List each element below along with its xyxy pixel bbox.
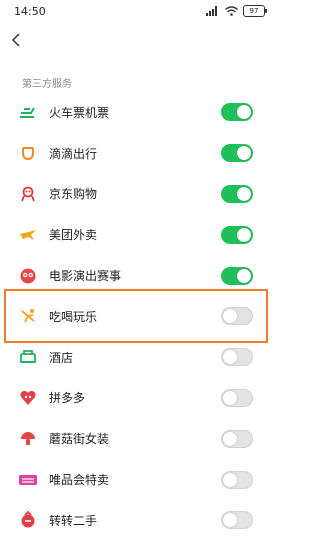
hotel-icon [18,347,38,367]
battery-icon: 97 [243,5,267,17]
toggle-knob [223,472,237,487]
wifi-icon [225,6,238,16]
toggle-switch[interactable] [221,470,253,489]
didi-icon [18,143,38,163]
mogujie-icon [18,429,38,449]
item-label: 蘑菇街女装 [49,432,110,447]
toggle-switch[interactable] [221,388,253,407]
chevron-left-icon [11,33,20,47]
item-label: 京东购物 [49,187,98,202]
list-item: 美团外卖 [0,214,275,255]
toggle-knob [237,268,251,283]
section-title: 第三方服务 [22,79,72,90]
toggle-switch[interactable] [221,266,253,285]
status-bar: 14:50 97 [0,0,275,24]
toggle-switch[interactable] [221,184,253,203]
highlight-box [4,289,268,343]
back-button[interactable] [6,28,26,52]
item-label: 火车票机票 [49,105,110,120]
item-label: 酒店 [49,350,74,365]
toggle-knob [223,390,237,405]
toggle-knob [223,431,237,446]
list-item: 火车票机票 [0,92,275,133]
item-label: 电影演出赛事 [49,269,122,284]
zhuanzhuan-icon [18,510,38,530]
toggle-switch[interactable] [221,348,253,367]
signal-icon [206,6,217,16]
toggle-switch[interactable] [221,511,253,530]
item-label: 拼多多 [49,391,86,406]
item-label: 唯品会特卖 [49,473,110,488]
status-time: 14:50 [14,5,46,18]
list-item: 转转二手 [0,500,275,541]
toggle-switch[interactable] [221,429,253,448]
item-label: 滴滴出行 [49,146,98,161]
list-item: 拼多多 [0,378,275,419]
toggle-switch[interactable] [221,225,253,244]
item-label: 转转二手 [49,513,98,528]
toggle-knob [237,105,251,120]
toggle-switch[interactable] [221,144,253,163]
list-item: 滴滴出行 [0,133,275,174]
movie-icon [18,266,38,286]
train-icon [18,102,38,122]
item-label: 美团外卖 [49,228,98,243]
jd-icon [18,184,38,204]
toggle-switch[interactable] [221,103,253,122]
list-item: 京东购物 [0,174,275,215]
list-item: 蘑菇街女装 [0,418,275,459]
toggle-knob [237,146,251,161]
toggle-knob [237,186,251,201]
toggle-knob [223,350,237,365]
meituan-icon [18,225,38,245]
list-item: 唯品会特卖 [0,459,275,500]
vip-sale-icon [18,470,38,490]
toggle-knob [223,513,237,528]
toggle-knob [237,227,251,242]
status-icons: 97 [206,4,267,18]
pinduoduo-icon [18,388,38,408]
